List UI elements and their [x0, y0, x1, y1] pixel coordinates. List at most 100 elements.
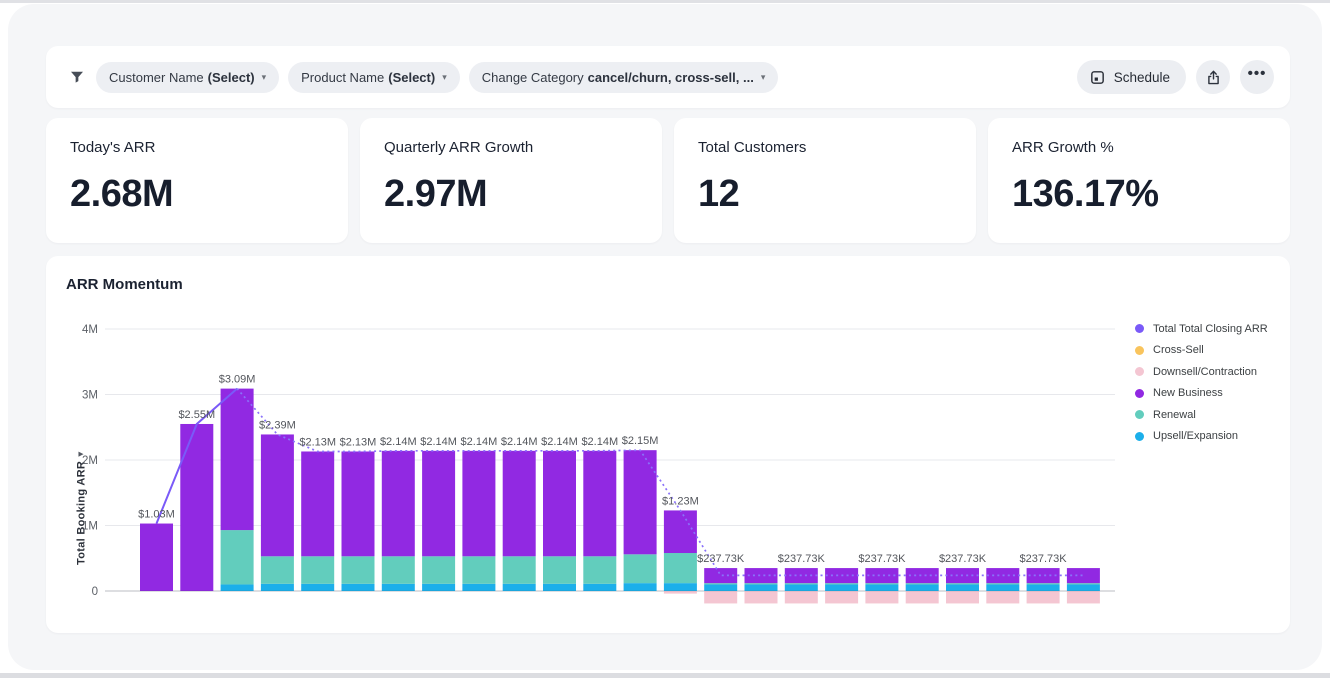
bar-value-label: $2.14M — [420, 436, 457, 448]
bar-segment-downsell-contraction[interactable] — [745, 591, 778, 603]
bar-segment-upsell-expansion[interactable] — [1027, 584, 1060, 591]
bar-segment-new-business[interactable] — [180, 424, 213, 591]
bar-segment-upsell-expansion[interactable] — [301, 584, 334, 591]
bar-segment-renewal[interactable] — [261, 556, 294, 584]
bar-segment-new-business[interactable] — [140, 524, 173, 591]
legend-item[interactable]: Upsell/Expansion — [1135, 426, 1293, 448]
bar-segment-upsell-expansion[interactable] — [664, 583, 697, 591]
legend-item[interactable]: Total Total Closing ARR — [1135, 318, 1293, 340]
y-tick-label: 2M — [82, 455, 98, 467]
bar-segment-downsell-contraction[interactable] — [825, 591, 858, 603]
legend-item[interactable]: Cross-Sell — [1135, 340, 1293, 362]
more-options-button[interactable]: ••• — [1240, 60, 1274, 94]
bar-segment-renewal[interactable] — [301, 556, 334, 584]
bar-segment-renewal[interactable] — [825, 583, 858, 584]
calendar-schedule-icon — [1089, 69, 1106, 86]
bar-segment-upsell-expansion[interactable] — [583, 584, 616, 591]
bar-segment-renewal[interactable] — [503, 556, 536, 584]
bar-segment-new-business[interactable] — [422, 451, 455, 556]
legend-item[interactable]: Renewal — [1135, 404, 1293, 426]
bar-segment-renewal[interactable] — [382, 556, 415, 584]
chart-legend: Total Total Closing ARRCross-SellDownsel… — [1135, 318, 1293, 447]
bar-segment-renewal[interactable] — [906, 583, 939, 584]
bar-segment-upsell-expansion[interactable] — [785, 584, 818, 591]
bar-segment-new-business[interactable] — [342, 451, 375, 556]
arr-momentum-chart[interactable]: $1.03M$2.55M$3.09M$2.39M$2.13M$2.13M$2.1… — [46, 256, 1290, 633]
bar-segment-upsell-expansion[interactable] — [986, 584, 1019, 591]
bar-segment-renewal[interactable] — [624, 554, 657, 583]
legend-label: New Business — [1153, 387, 1223, 399]
bar-segment-downsell-contraction[interactable] — [906, 591, 939, 603]
bar-segment-downsell-contraction[interactable] — [785, 591, 818, 603]
filter-customer-name[interactable]: Customer Name (Select) ▾ — [96, 62, 279, 93]
bar-segment-renewal[interactable] — [462, 556, 495, 584]
bar-segment-renewal[interactable] — [422, 556, 455, 584]
legend-item[interactable]: Downsell/Contraction — [1135, 361, 1293, 383]
bar-value-label: $2.14M — [541, 436, 578, 448]
bar-segment-upsell-expansion[interactable] — [422, 584, 455, 591]
bar-segment-upsell-expansion[interactable] — [906, 584, 939, 591]
bar-segment-renewal[interactable] — [704, 583, 737, 584]
bar-segment-new-business[interactable] — [261, 434, 294, 556]
legend-label: Upsell/Expansion — [1153, 430, 1238, 442]
share-button[interactable] — [1196, 60, 1230, 94]
kpi-card-total-customers[interactable]: Total Customers 12 — [674, 118, 976, 243]
bar-value-label: $1.23M — [662, 495, 699, 507]
bar-segment-new-business[interactable] — [462, 451, 495, 556]
kpi-title: Total Customers — [698, 139, 952, 156]
schedule-button[interactable]: Schedule — [1077, 60, 1186, 94]
bar-segment-renewal[interactable] — [1027, 583, 1060, 584]
bar-segment-downsell-contraction[interactable] — [1067, 591, 1100, 603]
kpi-card-todays-arr[interactable]: Today's ARR 2.68M — [46, 118, 348, 243]
bar-segment-downsell-contraction[interactable] — [865, 591, 898, 603]
legend-item[interactable]: New Business — [1135, 383, 1293, 405]
bar-segment-upsell-expansion[interactable] — [745, 584, 778, 591]
kpi-card-quarterly-arr-growth[interactable]: Quarterly ARR Growth 2.97M — [360, 118, 662, 243]
bar-segment-renewal[interactable] — [221, 530, 254, 584]
bar-segment-new-business[interactable] — [543, 451, 576, 556]
filter-product-name[interactable]: Product Name (Select) ▾ — [288, 62, 460, 93]
bar-segment-upsell-expansion[interactable] — [1067, 584, 1100, 591]
bar-segment-renewal[interactable] — [946, 583, 979, 584]
page-bottom-edge — [0, 673, 1330, 678]
bar-value-label: $2.13M — [340, 436, 377, 448]
bar-segment-upsell-expansion[interactable] — [825, 584, 858, 591]
bar-segment-upsell-expansion[interactable] — [342, 584, 375, 591]
bar-segment-upsell-expansion[interactable] — [503, 584, 536, 591]
bar-segment-upsell-expansion[interactable] — [382, 584, 415, 591]
kpi-value: 12 — [698, 173, 952, 216]
bar-segment-downsell-contraction[interactable] — [986, 591, 1019, 603]
bar-segment-upsell-expansion[interactable] — [865, 584, 898, 591]
bar-segment-upsell-expansion[interactable] — [462, 584, 495, 591]
bar-segment-new-business[interactable] — [624, 450, 657, 554]
bar-segment-new-business[interactable] — [583, 451, 616, 556]
bar-segment-upsell-expansion[interactable] — [543, 584, 576, 591]
bar-value-label: $2.14M — [581, 436, 618, 448]
bar-segment-new-business[interactable] — [382, 451, 415, 556]
bar-segment-new-business[interactable] — [664, 510, 697, 553]
bar-segment-upsell-expansion[interactable] — [624, 583, 657, 591]
filter-value: cancel/churn, cross-sell, ... — [588, 70, 754, 85]
bar-segment-renewal[interactable] — [745, 583, 778, 584]
bar-segment-new-business[interactable] — [221, 389, 254, 530]
bar-segment-downsell-contraction[interactable] — [1027, 591, 1060, 603]
bar-segment-new-business[interactable] — [503, 451, 536, 556]
bar-segment-renewal[interactable] — [785, 583, 818, 584]
kpi-card-arr-growth-pct[interactable]: ARR Growth % 136.17% — [988, 118, 1290, 243]
bar-segment-downsell-contraction[interactable] — [946, 591, 979, 603]
bar-segment-renewal[interactable] — [865, 583, 898, 584]
bar-segment-new-business[interactable] — [301, 451, 334, 556]
bar-segment-renewal[interactable] — [543, 556, 576, 584]
bar-segment-renewal[interactable] — [583, 556, 616, 584]
chevron-down-icon: ▾ — [761, 72, 766, 83]
bar-segment-upsell-expansion[interactable] — [261, 584, 294, 591]
bar-segment-renewal[interactable] — [1067, 583, 1100, 584]
bar-segment-renewal[interactable] — [986, 583, 1019, 584]
bar-segment-renewal[interactable] — [664, 553, 697, 583]
filter-change-category[interactable]: Change Category cancel/churn, cross-sell… — [469, 62, 779, 93]
bar-segment-upsell-expansion[interactable] — [946, 584, 979, 591]
bar-segment-renewal[interactable] — [342, 556, 375, 584]
bar-segment-downsell-contraction[interactable] — [704, 591, 737, 603]
bar-segment-upsell-expansion[interactable] — [221, 584, 254, 591]
bar-segment-upsell-expansion[interactable] — [704, 584, 737, 591]
